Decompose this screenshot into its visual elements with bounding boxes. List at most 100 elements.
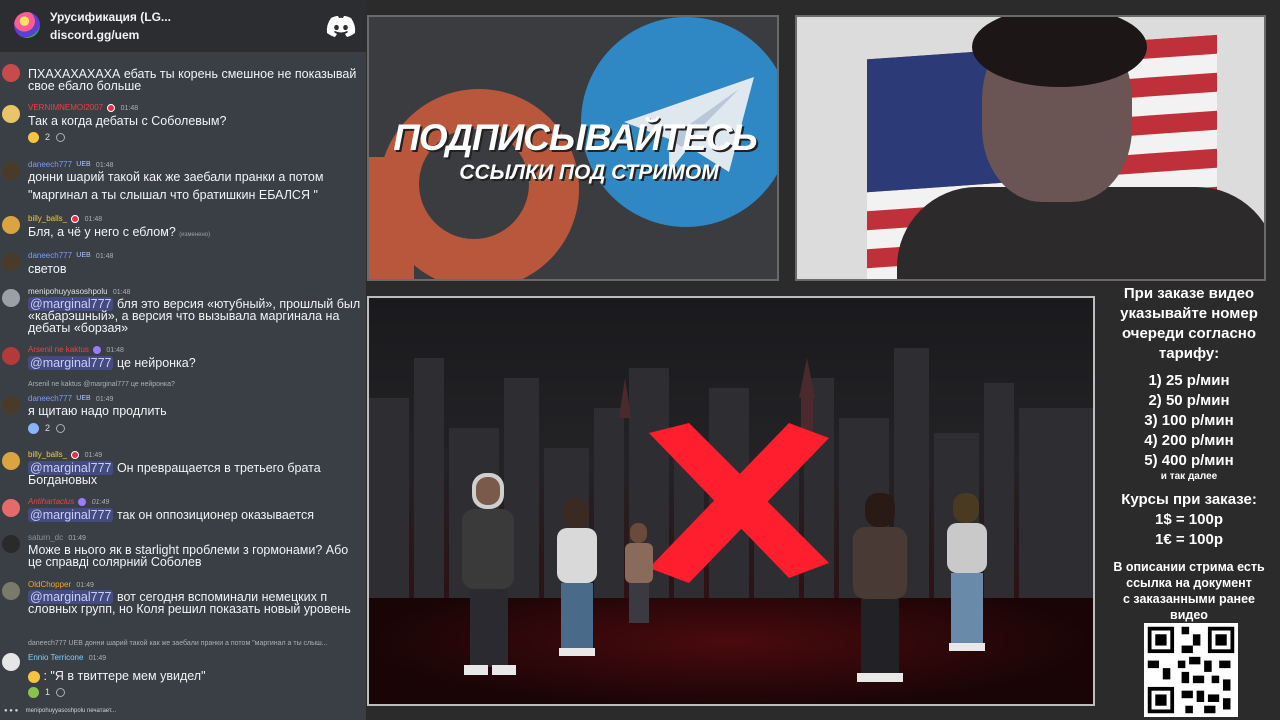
server-name: Урусификация (LG... — [50, 10, 171, 24]
username[interactable]: Ennio Terricone 01:49 — [28, 653, 106, 662]
username[interactable]: menipohuyyasoshpolu 01:48 — [28, 287, 130, 296]
message-text: донни шарий такой как же заебали пранки … — [28, 170, 324, 184]
message-text: : "Я в твиттере мем увидел" — [28, 670, 362, 683]
price-tier: 1) 25 р/мин — [1148, 372, 1230, 389]
message-text: @marginal777 це нейронка? — [28, 356, 362, 370]
typing-dots-icon: ● ● ● — [4, 708, 19, 714]
username[interactable]: Arsenil ne kaktus 01:48 — [28, 345, 124, 354]
mention[interactable]: @marginal777 — [28, 356, 114, 370]
info-heading-line: указывайте номер — [1120, 305, 1258, 322]
banner-title: ПОДПИСЫВАЙТЕСЬ — [393, 117, 757, 158]
timestamp: 01:48 — [106, 347, 124, 354]
red-cross-icon — [649, 423, 829, 583]
timestamp: 01:48 — [95, 162, 114, 169]
info-note-line: В описании стрима есть — [1113, 560, 1265, 574]
reaction-bar[interactable]: 1 — [28, 685, 66, 699]
message-text: я щитаю надо продлить — [28, 404, 167, 418]
timestamp: 01:48 — [112, 289, 131, 296]
subscribe-banner: ПОДПИСЫВАЙТЕСЬ ССЫЛКИ ПОД СТРИМОМ — [367, 15, 779, 281]
timestamp: 01:48 — [84, 216, 103, 223]
username-text: Arsenil ne kaktus — [28, 345, 89, 354]
avatar — [2, 105, 20, 123]
reaction-emoji-icon[interactable] — [28, 422, 39, 434]
avatar — [2, 216, 20, 234]
info-heading-line: тарифу: — [1158, 345, 1220, 362]
discord-server-bar[interactable]: Урусификация (LG... discord.gg/uem — [0, 0, 366, 52]
message-text: @marginal777 Он превращается в третьего … — [28, 461, 362, 486]
message-text: @marginal777 бля это версия «ютубный», п… — [28, 297, 362, 334]
message-text: Так а когда дебаты с Соболевым? — [28, 114, 227, 128]
timestamp: 01:49 — [91, 499, 110, 506]
avatar — [2, 64, 20, 82]
username[interactable]: Antihartaclus 01:49 — [28, 497, 109, 506]
avatar — [2, 535, 20, 553]
video-player[interactable] — [367, 296, 1095, 706]
username[interactable]: daneech777 UEB 01:48 — [28, 251, 113, 260]
username-text: Ennio Terricone — [28, 653, 84, 662]
message-text-body: так он оппозиционер оказывается — [113, 508, 314, 522]
timestamp: 01:49 — [68, 535, 86, 542]
person-figure — [947, 493, 987, 651]
typing-indicator: ● ● ● menipohuyyasoshpolu печатает... — [4, 708, 116, 714]
username-text: menipohuyyasoshpolu — [28, 287, 108, 296]
username-text: billy_balls_ — [28, 450, 68, 459]
rates-title: Курсы при заказе: — [1121, 491, 1257, 508]
mention[interactable]: @marginal777 — [28, 508, 114, 522]
avatar — [2, 452, 20, 470]
person-figure — [625, 523, 653, 623]
username[interactable]: daneech777 UEB 01:48 — [28, 160, 113, 169]
message-text-body: Бля, а чё у него с еблом? — [28, 225, 176, 239]
avatar — [2, 289, 20, 307]
reply-preview[interactable]: Arsenil ne kaktus @marginal777 це нейрон… — [28, 381, 175, 388]
username-text: Antihartaclus — [28, 497, 75, 506]
avatar — [2, 582, 20, 600]
banner-subtitle: ССЫЛКИ ПОД СТРИМОМ — [459, 161, 719, 184]
info-note-line: видео — [1170, 608, 1208, 622]
username[interactable]: billy_balls_ 01:49 — [28, 450, 102, 459]
reaction-bar[interactable]: 2 — [28, 130, 66, 144]
price-tier: 5) 400 р/мин — [1144, 452, 1234, 469]
patreon-logo-bar — [369, 157, 414, 279]
username-text: billy_balls_ — [28, 214, 68, 223]
typing-text: menipohuyyasoshpolu печатает... — [25, 708, 117, 714]
timestamp: 01:48 — [120, 105, 139, 112]
webcam-feed — [795, 15, 1266, 281]
message-text: ПХАХАХАХАХА ебать ты корень смешное не п… — [28, 67, 357, 93]
rate-line: 1$ = 100р — [1155, 511, 1223, 528]
rate-line: 1€ = 100р — [1155, 531, 1223, 548]
username[interactable]: OldChopper 01:49 — [28, 580, 94, 589]
add-reaction-icon[interactable] — [56, 687, 66, 697]
timestamp: 01:49 — [76, 582, 94, 589]
person-figure — [462, 473, 516, 675]
reply-preview[interactable]: daneech777 UEB донни шарий такой как же … — [28, 640, 328, 647]
username[interactable]: billy_balls_ 01:48 — [28, 214, 102, 223]
message-text: Може в нього як в starlight проблеми з г… — [28, 543, 349, 569]
badge-icon — [71, 214, 80, 223]
server-avatar — [14, 12, 40, 38]
username[interactable]: saturn_dc 01:49 — [28, 533, 86, 542]
info-heading-line: очереди согласно — [1121, 325, 1257, 342]
timestamp: 01:49 — [88, 655, 107, 662]
username-text: daneech777 — [28, 394, 73, 403]
username[interactable]: VERNIMNEMOI2007 01:48 — [28, 103, 138, 112]
info-note-line: с заказанными ранее — [1122, 592, 1255, 606]
laughing-emoji-icon[interactable] — [28, 131, 39, 143]
ueb-badge: UEB — [76, 395, 91, 403]
badge-icon — [71, 450, 80, 459]
streamer-body — [897, 187, 1264, 279]
reaction-bar[interactable]: 2 — [28, 421, 66, 435]
avatar — [2, 396, 20, 414]
price-etc: и так далее — [1160, 471, 1218, 482]
qr-code-icon[interactable] — [1144, 623, 1238, 717]
timestamp: 01:49 — [84, 452, 103, 459]
add-reaction-icon[interactable] — [56, 423, 66, 433]
add-reaction-icon[interactable] — [56, 132, 66, 142]
reaction-emoji-icon[interactable] — [28, 686, 39, 698]
server-invite[interactable]: discord.gg/uem — [50, 28, 139, 42]
username[interactable]: daneech777 UEB 01:49 — [28, 394, 113, 403]
username-text: saturn_dc — [28, 533, 64, 542]
price-tier: 2) 50 р/мин — [1148, 392, 1230, 409]
timestamp: 01:48 — [95, 253, 114, 260]
avatar — [2, 253, 20, 271]
message-text-body: це нейронка? — [113, 356, 196, 370]
